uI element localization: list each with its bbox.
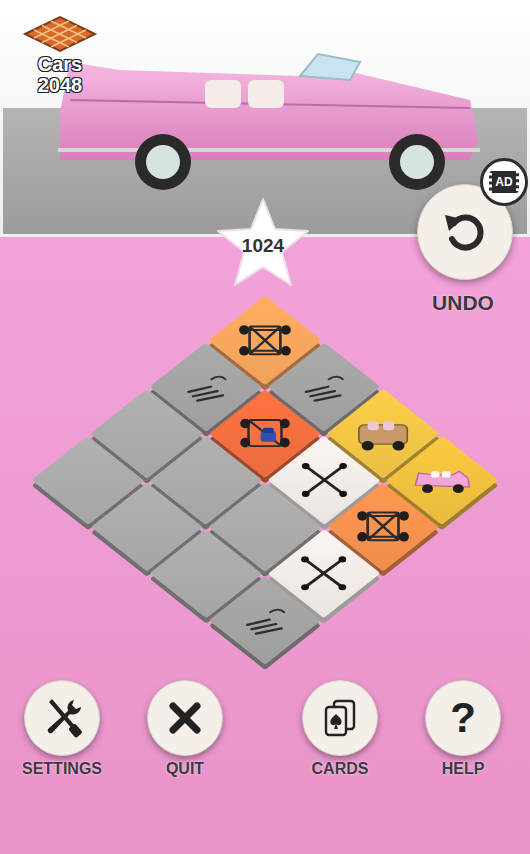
parts-icon	[232, 594, 298, 646]
undo-arrow-icon	[440, 207, 490, 257]
ad-badge[interactable]: AD	[480, 158, 528, 206]
logo-number: 2048	[38, 75, 83, 96]
logo-title: Cars	[38, 54, 82, 75]
cadillac-icon	[409, 454, 475, 506]
parts-icon	[173, 361, 239, 413]
game-board[interactable]	[32, 296, 499, 665]
help-icon: ?	[450, 697, 476, 739]
cards-icon	[318, 696, 362, 740]
parts-icon	[291, 361, 357, 413]
game-screen: Cars2048 UNDO SETTINGS QUIT CARDS? HELP 102…	[0, 0, 530, 854]
chassis-icon	[232, 314, 298, 366]
score-star: 1024	[215, 196, 311, 288]
kart-icon	[232, 407, 298, 459]
bottom-toolbar: SETTINGS QUIT CARDS? HELP	[0, 645, 530, 854]
wood-icon	[350, 407, 416, 459]
score-value: 1024	[242, 232, 284, 261]
axle-icon	[291, 547, 357, 599]
play-area: UNDO SETTINGS QUIT CARDS? HELP	[0, 237, 530, 854]
chassis-icon	[350, 501, 416, 553]
film-icon: AD	[489, 171, 518, 193]
game-logo: Cars2048	[14, 14, 106, 96]
toolbar-label: SETTINGS	[22, 759, 102, 778]
toolbar-item: SETTINGS	[7, 680, 117, 778]
toolbar-item: ? HELP	[408, 680, 518, 778]
ad-text: AD	[495, 176, 512, 188]
settings-button[interactable]	[24, 680, 100, 756]
toolbar-label: HELP	[442, 759, 485, 778]
board-logo-icon	[21, 14, 99, 54]
toolbar-label: CARDS	[312, 759, 369, 778]
close-icon	[165, 698, 205, 738]
toolbar-right: CARDS? HELP	[285, 680, 518, 778]
wrench-screwdriver-icon	[40, 696, 84, 740]
toolbar-left: SETTINGS QUIT	[7, 680, 240, 778]
cards-button[interactable]	[302, 680, 378, 756]
help-button[interactable]: ?	[425, 680, 501, 756]
board-stage	[0, 315, 530, 645]
toolbar-label: QUIT	[166, 759, 204, 778]
quit-button[interactable]	[147, 680, 223, 756]
toolbar-item: CARDS	[285, 680, 395, 778]
axle-icon	[291, 454, 357, 506]
toolbar-item: QUIT	[130, 680, 240, 778]
undo-label: UNDO	[408, 290, 518, 315]
